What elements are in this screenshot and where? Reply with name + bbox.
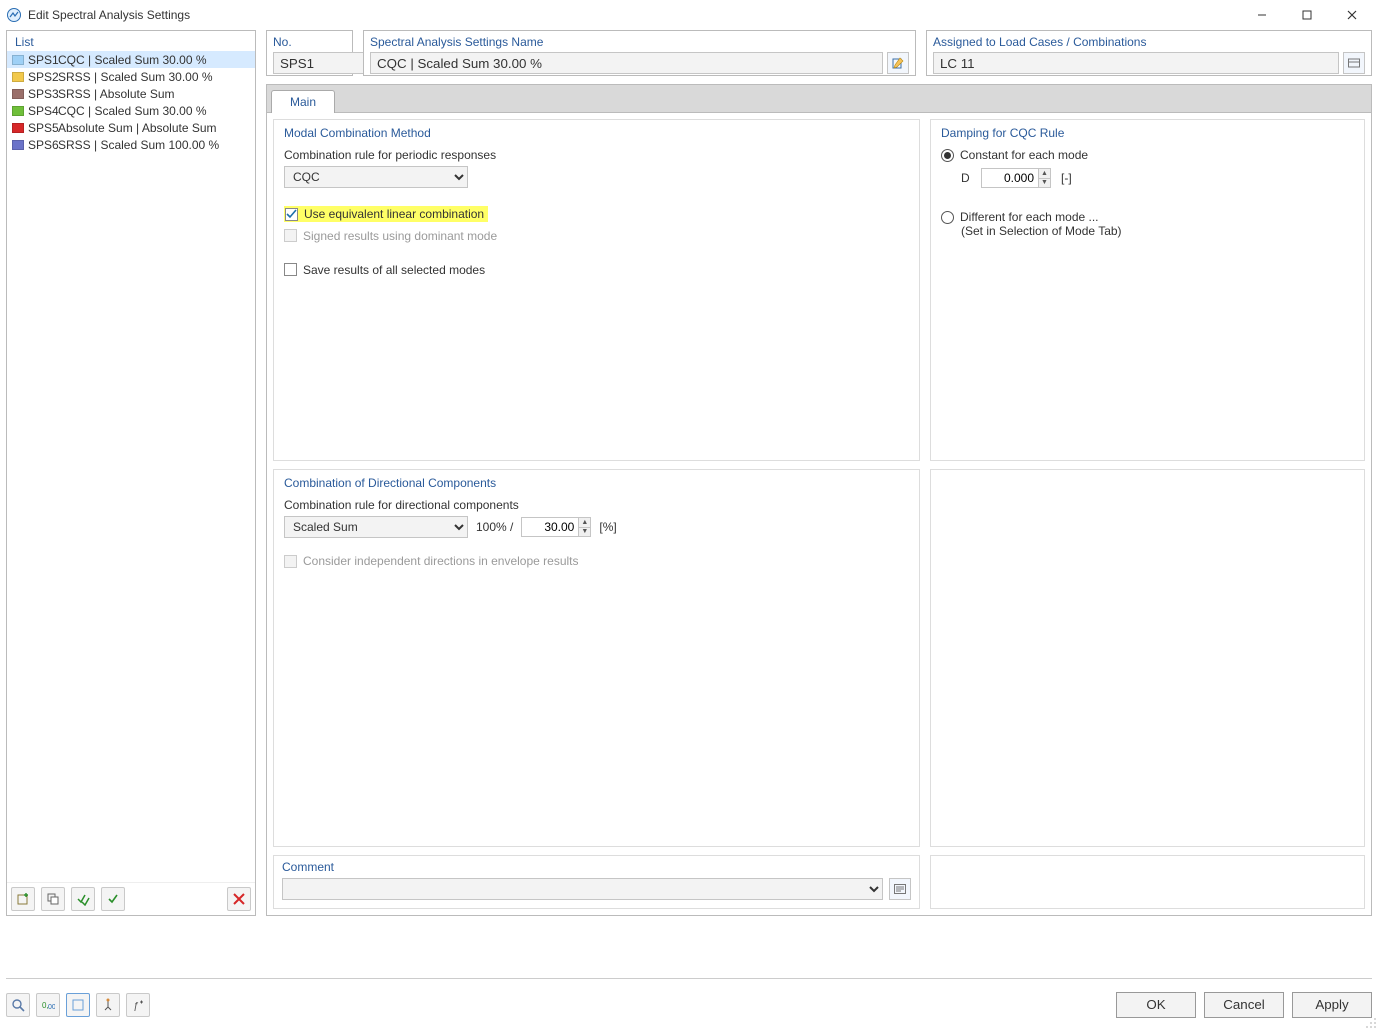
empty-panel	[930, 855, 1365, 909]
frame-icon[interactable]	[66, 993, 90, 1017]
name-label: Spectral Analysis Settings Name	[370, 35, 909, 49]
damping-different-radio[interactable]	[941, 211, 954, 224]
ok-button[interactable]: OK	[1116, 992, 1196, 1018]
list-item[interactable]: SPS2SRSS | Scaled Sum 30.00 %	[7, 68, 255, 85]
list-item-desc: SRSS | Absolute Sum	[58, 87, 250, 101]
check-icon[interactable]	[101, 887, 125, 911]
check-all-icon[interactable]	[71, 887, 95, 911]
list-item-code: SPS2	[28, 70, 58, 84]
ratio-unit: [%]	[599, 520, 616, 534]
no-label: No.	[273, 35, 346, 49]
list-item[interactable]: SPS4CQC | Scaled Sum 30.00 %	[7, 102, 255, 119]
use-equivalent-label: Use equivalent linear combination	[304, 207, 484, 221]
list-item[interactable]: SPS6SRSS | Scaled Sum 100.00 %	[7, 136, 255, 153]
damping-different-label: Different for each mode ...	[960, 210, 1099, 224]
damping-d-stepper[interactable]: ▲▼	[981, 168, 1051, 188]
list-item-code: SPS4	[28, 104, 58, 118]
apply-button[interactable]: Apply	[1292, 992, 1372, 1018]
edit-name-icon[interactable]	[887, 52, 909, 74]
damping-d-input[interactable]	[982, 169, 1038, 187]
signed-results-label: Signed results using dominant mode	[303, 229, 497, 243]
damping-constant-radio[interactable]	[941, 149, 954, 162]
search-icon[interactable]	[6, 993, 30, 1017]
list-item[interactable]: SPS1CQC | Scaled Sum 30.00 %	[7, 51, 255, 68]
spin-down-icon[interactable]: ▼	[1038, 179, 1050, 188]
ratio-stepper[interactable]: ▲▼	[521, 517, 591, 537]
use-equivalent-checkbox[interactable]	[285, 208, 298, 221]
app-icon	[6, 7, 22, 23]
spin-up-icon[interactable]: ▲	[1038, 169, 1050, 179]
save-modes-label: Save results of all selected modes	[303, 263, 485, 277]
ratio-input[interactable]	[522, 518, 578, 536]
consider-independent-label: Consider independent directions in envel…	[303, 554, 579, 568]
cancel-button[interactable]: Cancel	[1204, 992, 1284, 1018]
color-swatch	[12, 89, 24, 99]
modal-group-title: Modal Combination Method	[284, 126, 909, 140]
function-icon[interactable]: ƒ	[126, 993, 150, 1017]
assigned-label: Assigned to Load Cases / Combinations	[933, 35, 1365, 49]
directional-rule-label: Combination rule for directional compone…	[284, 498, 909, 512]
list-item-code: SPS5	[28, 121, 58, 135]
list-item-desc: CQC | Scaled Sum 30.00 %	[58, 104, 250, 118]
list-item[interactable]: SPS5Absolute Sum | Absolute Sum	[7, 119, 255, 136]
tab-main[interactable]: Main	[271, 90, 335, 113]
list-item-desc: CQC | Scaled Sum 30.00 %	[58, 53, 250, 67]
model-icon[interactable]	[96, 993, 120, 1017]
color-swatch	[12, 106, 24, 116]
damping-group-title: Damping for CQC Rule	[941, 126, 1354, 140]
save-modes-checkbox[interactable]	[284, 263, 297, 276]
ratio-static-label: 100% /	[476, 520, 513, 534]
assigned-browse-icon[interactable]	[1343, 52, 1365, 74]
assigned-input[interactable]	[933, 52, 1339, 74]
color-swatch	[12, 123, 24, 133]
minimize-button[interactable]	[1239, 1, 1284, 29]
comment-combo[interactable]	[282, 878, 883, 900]
list-item-code: SPS6	[28, 138, 58, 152]
name-input[interactable]	[370, 52, 883, 74]
list-item-code: SPS1	[28, 53, 58, 67]
signed-results-checkbox	[284, 229, 297, 242]
list-item-desc: SRSS | Scaled Sum 100.00 %	[58, 138, 250, 152]
directional-group-title: Combination of Directional Components	[284, 476, 909, 490]
color-swatch	[12, 140, 24, 150]
copy-item-icon[interactable]	[41, 887, 65, 911]
damping-different-sub: (Set in Selection of Mode Tab)	[961, 224, 1354, 238]
close-button[interactable]	[1329, 1, 1374, 29]
list-header: List	[7, 31, 255, 51]
svg-text:ƒ: ƒ	[133, 1001, 139, 1012]
list-item-desc: Absolute Sum | Absolute Sum	[58, 121, 250, 135]
spin-up-icon[interactable]: ▲	[578, 518, 590, 528]
new-item-icon[interactable]	[11, 887, 35, 911]
damping-d-unit: [-]	[1061, 171, 1072, 185]
comment-title: Comment	[282, 860, 911, 874]
list-item-desc: SRSS | Scaled Sum 30.00 %	[58, 70, 250, 84]
color-swatch	[12, 55, 24, 65]
color-swatch	[12, 72, 24, 82]
list-item[interactable]: SPS3SRSS | Absolute Sum	[7, 85, 255, 102]
consider-independent-checkbox	[284, 555, 297, 568]
window-title: Edit Spectral Analysis Settings	[28, 8, 190, 22]
periodic-rule-label: Combination rule for periodic responses	[284, 148, 909, 162]
maximize-button[interactable]	[1284, 1, 1329, 29]
damping-constant-label: Constant for each mode	[960, 148, 1088, 162]
list-item-code: SPS3	[28, 87, 58, 101]
empty-panel	[930, 469, 1365, 847]
periodic-rule-select[interactable]: CQC	[284, 166, 468, 188]
svg-text:00: 00	[48, 1004, 55, 1011]
directional-rule-select[interactable]: Scaled Sum	[284, 516, 468, 538]
resize-grip-icon[interactable]	[1365, 1017, 1377, 1029]
settings-list[interactable]: SPS1CQC | Scaled Sum 30.00 %SPS2SRSS | S…	[7, 51, 255, 882]
damping-d-label: D	[961, 171, 971, 185]
spin-down-icon[interactable]: ▼	[578, 528, 590, 537]
units-icon[interactable]: 0,00	[36, 993, 60, 1017]
delete-icon[interactable]	[227, 887, 251, 911]
comment-edit-icon[interactable]	[889, 878, 911, 900]
